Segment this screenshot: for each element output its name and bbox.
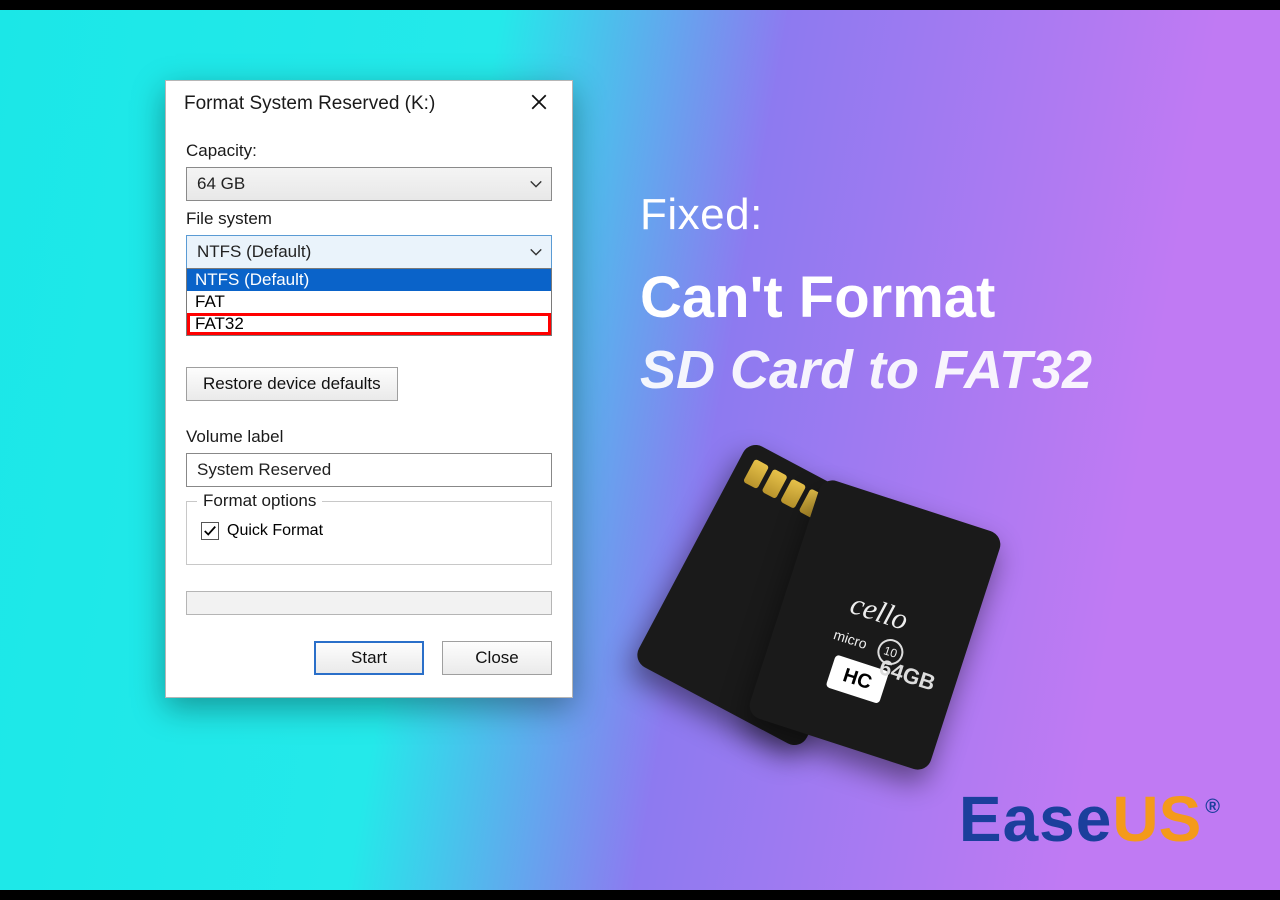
filesystem-label: File system xyxy=(186,209,552,229)
filesystem-selected: NTFS (Default) xyxy=(197,242,311,262)
chevron-down-icon xyxy=(527,175,545,193)
volume-label-input[interactable] xyxy=(186,453,552,487)
format-options-legend: Format options xyxy=(197,491,322,511)
volume-label-label: Volume label xyxy=(186,427,552,447)
format-options-group: Format options Quick Format xyxy=(186,501,552,565)
page-border-top xyxy=(0,0,1280,10)
headline-line2: Can't Format xyxy=(640,268,1092,329)
format-dialog: Format System Reserved (K:) Capacity: 64… xyxy=(165,80,573,698)
sd-card-illustration: cello micro 10 HC 64GB xyxy=(680,470,1060,770)
quick-format-label: Quick Format xyxy=(227,522,323,540)
close-button[interactable]: Close xyxy=(442,641,552,675)
headline-block: Fixed: Can't Format SD Card to FAT32 xyxy=(640,190,1092,401)
quick-format-checkbox[interactable] xyxy=(201,522,219,540)
headline-line3: SD Card to FAT32 xyxy=(640,339,1092,401)
dialog-title: Format System Reserved (K:) xyxy=(184,93,435,115)
capacity-label: Capacity: xyxy=(186,141,552,161)
capacity-select[interactable]: 64 GB xyxy=(186,167,552,201)
filesystem-select[interactable]: NTFS (Default) xyxy=(186,235,552,269)
capacity-value: 64 GB xyxy=(197,174,245,194)
restore-defaults-button[interactable]: Restore device defaults xyxy=(186,367,398,401)
chevron-down-icon xyxy=(527,243,545,261)
sd-micro-label: micro xyxy=(832,626,870,652)
easeus-logo: Ease US ® xyxy=(959,782,1220,856)
start-button[interactable]: Start xyxy=(314,641,424,675)
filesystem-option[interactable]: FAT32 xyxy=(187,313,551,335)
page-border-bottom xyxy=(0,890,1280,900)
filesystem-option[interactable]: NTFS (Default) xyxy=(187,269,551,291)
dialog-titlebar: Format System Reserved (K:) xyxy=(166,81,572,129)
filesystem-option[interactable]: FAT xyxy=(187,291,551,313)
logo-registered-icon: ® xyxy=(1205,796,1220,819)
logo-part1: Ease xyxy=(959,782,1112,856)
close-icon[interactable] xyxy=(524,91,554,117)
filesystem-dropdown: NTFS (Default) FAT FAT32 xyxy=(186,268,552,336)
logo-part2: US xyxy=(1112,782,1201,856)
format-progress xyxy=(186,591,552,615)
headline-line1: Fixed: xyxy=(640,190,1092,240)
